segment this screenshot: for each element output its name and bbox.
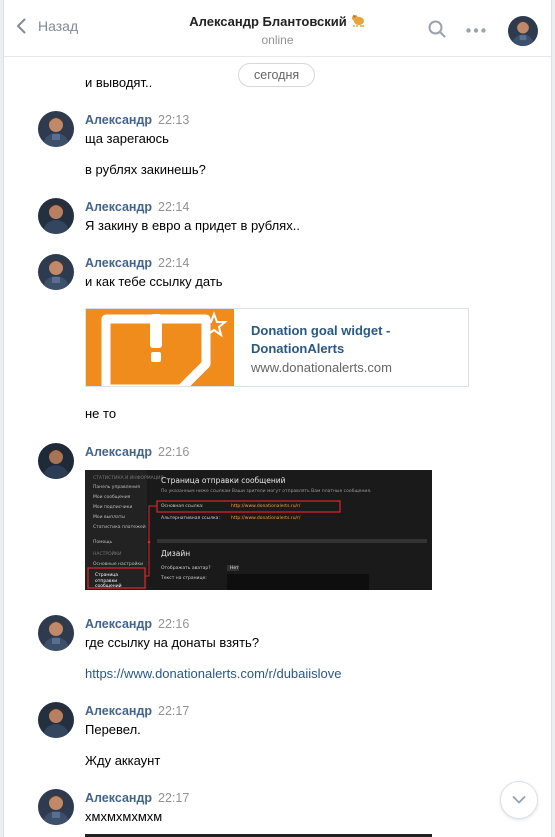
message-header: Александр 22:13 [85,113,189,127]
message-time[interactable]: 22:13 [158,113,189,127]
header-avatar[interactable] [508,16,538,46]
author-name[interactable]: Александр [85,791,152,805]
link-snippet[interactable]: Donation goal widget - DonationAlerts ww… [85,308,469,387]
chat-window: Назад Александр Блантовский online и выв… [3,0,552,837]
message-text: в рублях закинешь? [85,162,206,177]
message-time[interactable]: 22:16 [158,617,189,631]
chat-header: Назад Александр Блантовский online [4,0,551,57]
message-header: Александр 22:16 [85,617,189,631]
screenshot-main-label: Основная ссылка: [161,504,204,509]
online-status: online [261,33,294,47]
screenshot-subtitle: По указанным ниже ссылкам Ваши зрители м… [161,489,372,494]
screenshot-heading: Страница отправки сообщений [161,476,286,485]
message-text: Жду аккаунт [85,753,161,768]
avatar[interactable] [38,702,74,738]
avatar[interactable] [38,254,74,290]
author-name[interactable]: Александр [85,445,152,459]
message-time[interactable]: 22:16 [158,445,189,459]
date-divider: сегодня [238,63,316,87]
screenshot-page-text-label: Текст на странице: [161,576,207,581]
avatar[interactable] [38,198,74,234]
message-text: и как тебе ссылку дать [85,274,223,289]
snippet-domain: www.donationalerts.com [251,360,392,375]
message-time[interactable]: 22:14 [158,200,189,214]
snippet-title[interactable]: Donation goal widget - DonationAlerts [251,322,461,358]
avatar[interactable] [38,443,74,479]
screenshot-avatar-value: Нет [230,566,239,571]
dog-emoji-icon [351,15,364,27]
message-header: Александр 22:17 [85,704,189,718]
author-name[interactable]: Александр [85,704,152,718]
attached-screenshot[interactable]: СТАТИСТИКА И ИНФОРМАЦИЯ Панель управлени… [85,470,432,590]
avatar[interactable] [38,789,74,825]
message-header: Александр 22:16 [85,445,189,459]
avatar[interactable] [38,111,74,147]
author-name[interactable]: Александр [85,617,152,631]
message-link[interactable]: https://www.donationalerts.com/r/dubaiis… [85,666,342,681]
message-text: ща зарегаюсь [85,131,169,146]
author-name[interactable]: Александр [85,113,152,127]
scroll-down-button[interactable] [500,781,538,819]
chevron-down-icon [512,796,526,804]
message-feed[interactable]: и выводят.. сегодня Александр 22:13 ща за… [4,57,551,837]
message-header: Александр 22:14 [85,256,189,270]
chat-title[interactable]: Александр Блантовский [4,14,551,29]
message-time[interactable]: 22:14 [158,256,189,270]
screenshot-alt-url: http://www.donationalerts.ru/r/ [231,516,301,521]
search-icon[interactable] [428,20,446,38]
avatar[interactable] [38,615,74,651]
highlight-marks [87,500,427,590]
message-time[interactable]: 22:17 [158,704,189,718]
message-text: Перевел. [85,722,141,737]
author-name[interactable]: Александр [85,200,152,214]
screenshot-main-url: http://www.donationalerts.ru/r/ [231,504,301,509]
message-text: где ссылку на донаты взять? [85,635,260,650]
message-header: Александр 22:17 [85,791,189,805]
author-name[interactable]: Александр [85,256,152,270]
screenshot-design-heading: Дизайн [161,549,191,558]
message-header: Александр 22:14 [85,200,189,214]
message-text: хмхмхмхмхм [85,809,163,824]
message-text: не то [85,406,117,421]
message-time[interactable]: 22:17 [158,791,189,805]
donationalerts-logo [86,309,234,386]
screenshot-avatar-label: Отображать аватар? [161,566,211,571]
more-icon[interactable] [466,28,486,33]
screenshot-alt-label: Альтернативная ссылка: [161,516,220,521]
message-text: и выводят.. [85,75,153,90]
message-text: Я закину в евро а придет в рублях.. [85,218,300,233]
